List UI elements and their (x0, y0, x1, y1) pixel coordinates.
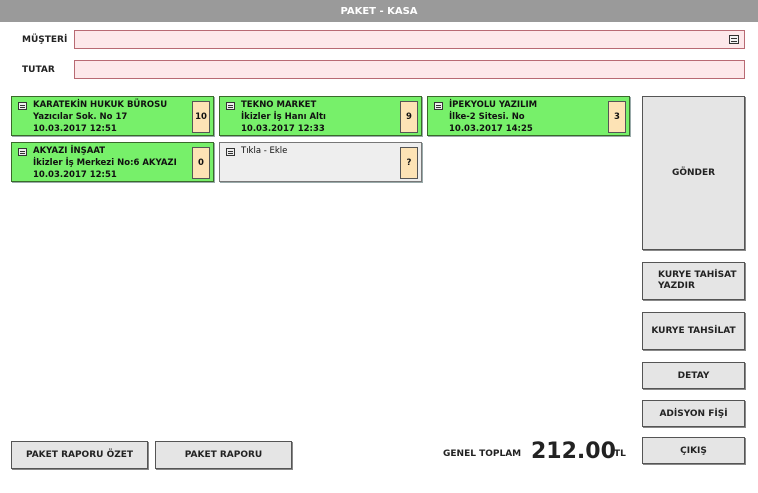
card-address: İkizler İş Hanı Altı (241, 112, 326, 122)
card-count-badge: 0 (192, 147, 210, 179)
customer-list-icon[interactable] (729, 35, 739, 44)
tutar-label: TUTAR (22, 65, 55, 75)
package-card[interactable]: TEKNO MARKET İkizler İş Hanı Altı 10.03.… (219, 96, 422, 136)
card-datetime: 10.03.2017 12:33 (241, 124, 325, 134)
card-count-badge: 10 (192, 101, 210, 133)
card-customer-name: TEKNO MARKET (241, 100, 317, 110)
cikis-button[interactable]: ÇIKIŞ (642, 437, 745, 464)
card-datetime: 10.03.2017 14:25 (449, 124, 533, 134)
genel-toplam-label: GENEL TOPLAM (443, 449, 522, 459)
gonder-button[interactable]: GÖNDER (642, 96, 745, 250)
tutar-field[interactable] (74, 60, 745, 79)
card-address: İkizler İş Merkezi No:6 AKYAZI (33, 158, 177, 168)
card-customer-name: İPEKYOLU YAZILIM (449, 100, 538, 110)
card-datetime: 10.03.2017 12:51 (33, 170, 117, 180)
card-datetime: 10.03.2017 12:51 (33, 124, 117, 134)
card-count-badge: ? (400, 147, 418, 179)
kurye-tahsilat-button[interactable]: KURYE TAHSİLAT (642, 312, 745, 350)
document-icon (18, 148, 27, 156)
musteri-label: MÜŞTERİ (22, 35, 68, 45)
package-card[interactable]: İPEKYOLU YAZILIM İlke-2 Sitesi. No 10.03… (427, 96, 630, 136)
kurye-tahsilat-yazdir-line2: YAZDIR (658, 281, 695, 291)
currency-label: TL (614, 449, 626, 459)
card-customer-name: AKYAZI İNŞAAT (33, 146, 106, 156)
card-address: İlke-2 Sitesi. No (449, 112, 525, 122)
card-address: Yazıcılar Sok. No 17 (33, 112, 128, 122)
document-icon (18, 102, 27, 110)
card-count-badge: 9 (400, 101, 418, 133)
document-icon (226, 148, 235, 156)
document-icon (434, 102, 443, 110)
musteri-field[interactable] (74, 30, 745, 49)
window-title: PAKET - KASA (0, 0, 758, 22)
add-card-label: Tıkla - Ekle (241, 146, 288, 156)
kurye-tahsilat-yazdir-button[interactable]: KURYE TAHİSAT YAZDIR (642, 262, 745, 300)
package-card[interactable]: KARATEKİN HUKUK BÜROSU Yazıcılar Sok. No… (11, 96, 214, 136)
genel-toplam-value: 212.00 (531, 439, 616, 464)
package-card[interactable]: AKYAZI İNŞAAT İkizler İş Merkezi No:6 AK… (11, 142, 214, 182)
paket-raporu-button[interactable]: PAKET RAPORU (155, 441, 292, 469)
card-customer-name: KARATEKİN HUKUK BÜROSU (33, 100, 168, 110)
paket-raporu-ozet-button[interactable]: PAKET RAPORU ÖZET (11, 441, 148, 469)
add-package-card[interactable]: Tıkla - Ekle ? (219, 142, 422, 182)
card-count-badge: 3 (608, 101, 626, 133)
detay-button[interactable]: DETAY (642, 362, 745, 389)
adisyon-fisi-button[interactable]: ADİSYON FİŞİ (642, 400, 745, 427)
kurye-tahsilat-yazdir-line1: KURYE TAHİSAT (658, 270, 737, 280)
document-icon (226, 102, 235, 110)
